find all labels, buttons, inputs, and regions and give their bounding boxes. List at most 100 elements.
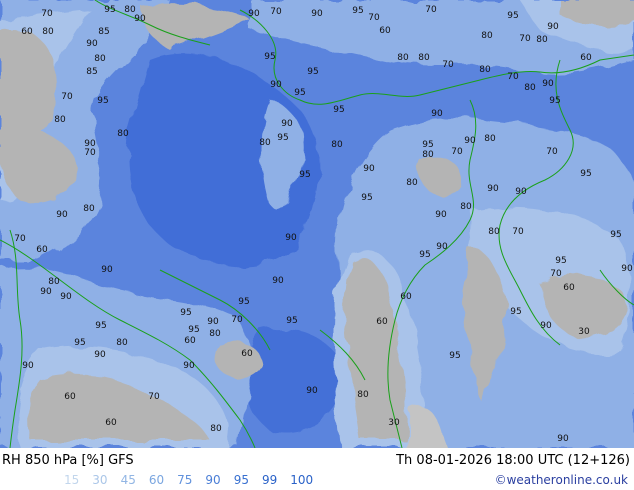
contour-label: 80 [117,129,129,139]
contour-label: 95 [610,230,621,240]
contour-label: 60 [21,27,33,37]
contour-label: 95 [422,140,433,150]
contour-label: 95 [264,52,275,62]
contour-label: 90 [621,264,633,274]
contour-label: 70 [148,392,160,402]
contour-label: 95 [507,11,518,21]
contour-label: 80 [488,227,500,237]
contour-label: 70 [425,5,437,15]
contour-label: 90 [248,9,260,19]
contour-label: 90 [557,434,569,444]
contour-label: 95 [510,307,521,317]
contour-label: 90 [40,287,52,297]
contour-label: 95 [104,5,115,15]
contour-label: 90 [56,210,68,220]
contour-label: 60 [379,26,391,36]
contour-label: 80 [259,138,271,148]
contour-label: 90 [542,79,554,89]
contour-label: 80 [357,390,369,400]
contour-label: 60 [105,418,117,428]
legend-item-100: 100 [290,473,314,487]
contour-label: 95 [95,321,106,331]
contour-label: 80 [536,35,548,45]
contour-label: 80 [48,277,60,287]
humidity-map: 70 95 809060 80 8590808570 958080907090807060… [0,0,634,448]
contour-label: 70 [550,269,562,279]
legend-item-99: 99 [261,473,278,487]
contour-label: 80 [406,178,418,188]
contour-label: 60 [241,349,253,359]
contour-label: 90 [86,39,98,49]
contour-label: 70 [270,7,282,17]
contour-label: 60 [400,292,412,302]
contour-label: 90 [207,317,219,327]
contour-label: 70 [368,13,380,23]
legend-item-90: 90 [205,473,221,487]
contour-label: 80 [42,27,54,37]
contour-label: 70 [519,34,531,44]
legend-item-60: 60 [148,473,165,487]
contour-label: 95 [188,325,199,335]
valid-time: Th 08-01-2026 18:00 UTC (12+126) [396,453,630,468]
contour-label: 90 [285,233,297,243]
contour-label: 60 [36,245,48,255]
contour-label: 70 [546,147,558,157]
contour-label: 90 [60,292,72,302]
legend-item-15: 15 [64,473,80,487]
contour-label: 70 [14,234,26,244]
legend-item-45: 45 [120,473,136,487]
contour-label: 80 [481,31,493,41]
contour-label: 90 [547,22,559,32]
contour-label: 90 [183,361,195,371]
contour-label: 90 [515,187,527,197]
contour-label: 90 [487,184,499,194]
contour-label: 95 [333,105,344,115]
map-footer: RH 850 hPa [%] GFS Th 08-01-2026 18:00 U… [0,448,634,490]
contour-label: 95 [277,133,288,143]
contour-label: 95 [307,67,318,77]
contour-label: 70 [61,92,73,102]
contour-label: 95 [449,351,460,361]
contour-label: 95 [97,96,108,106]
contour-label: 80 [83,204,95,214]
legend-item-75: 75 [177,473,193,487]
contour-label: 90 [272,276,284,286]
contour-label: 90 [134,14,146,24]
contour-label: 80 [397,53,409,63]
contour-label: 60 [376,317,388,327]
contour-label: 60 [64,392,76,402]
contour-label: 90 [435,210,447,220]
contour-label: 90 [540,321,552,331]
contour-label: 95 [352,6,363,16]
contour-label: 30 [578,327,590,337]
contour-label: 80 [116,338,128,348]
contour-label: 70 [231,315,243,325]
contour-label: 70 [442,60,454,70]
contour-label: 80 [479,65,491,75]
contour-label: 90 [101,265,113,275]
contour-label: 90 [94,350,106,360]
contour-label: 95 [180,308,191,318]
contour-label: 95 [238,297,249,307]
contour-label: 85 [98,27,109,37]
legend-item-95: 95 [233,473,249,487]
contour-label: 95 [299,170,310,180]
map-title: RH 850 hPa [%] GFS [2,453,134,468]
contour-label: 80 [422,150,434,160]
credit-link[interactable]: ©weatheronline.co.uk [495,473,628,487]
contour-label: 85 [86,67,97,77]
contour-label: 80 [524,83,536,93]
contour-label: 90 [464,136,476,146]
contour-label: 60 [580,53,592,63]
contour-label: 70 [507,72,519,82]
contour-label: 95 [549,96,560,106]
contour-label: 80 [460,202,472,212]
contour-label: 90 [363,164,375,174]
contour-label: 80 [94,54,106,64]
contour-label: 95 [74,338,85,348]
contour-label: 70 [512,227,524,237]
contour-label: 90 [270,80,282,90]
contour-label: 70 [451,147,463,157]
contour-label: 90 [436,242,448,252]
contour-label: 95 [361,193,372,203]
